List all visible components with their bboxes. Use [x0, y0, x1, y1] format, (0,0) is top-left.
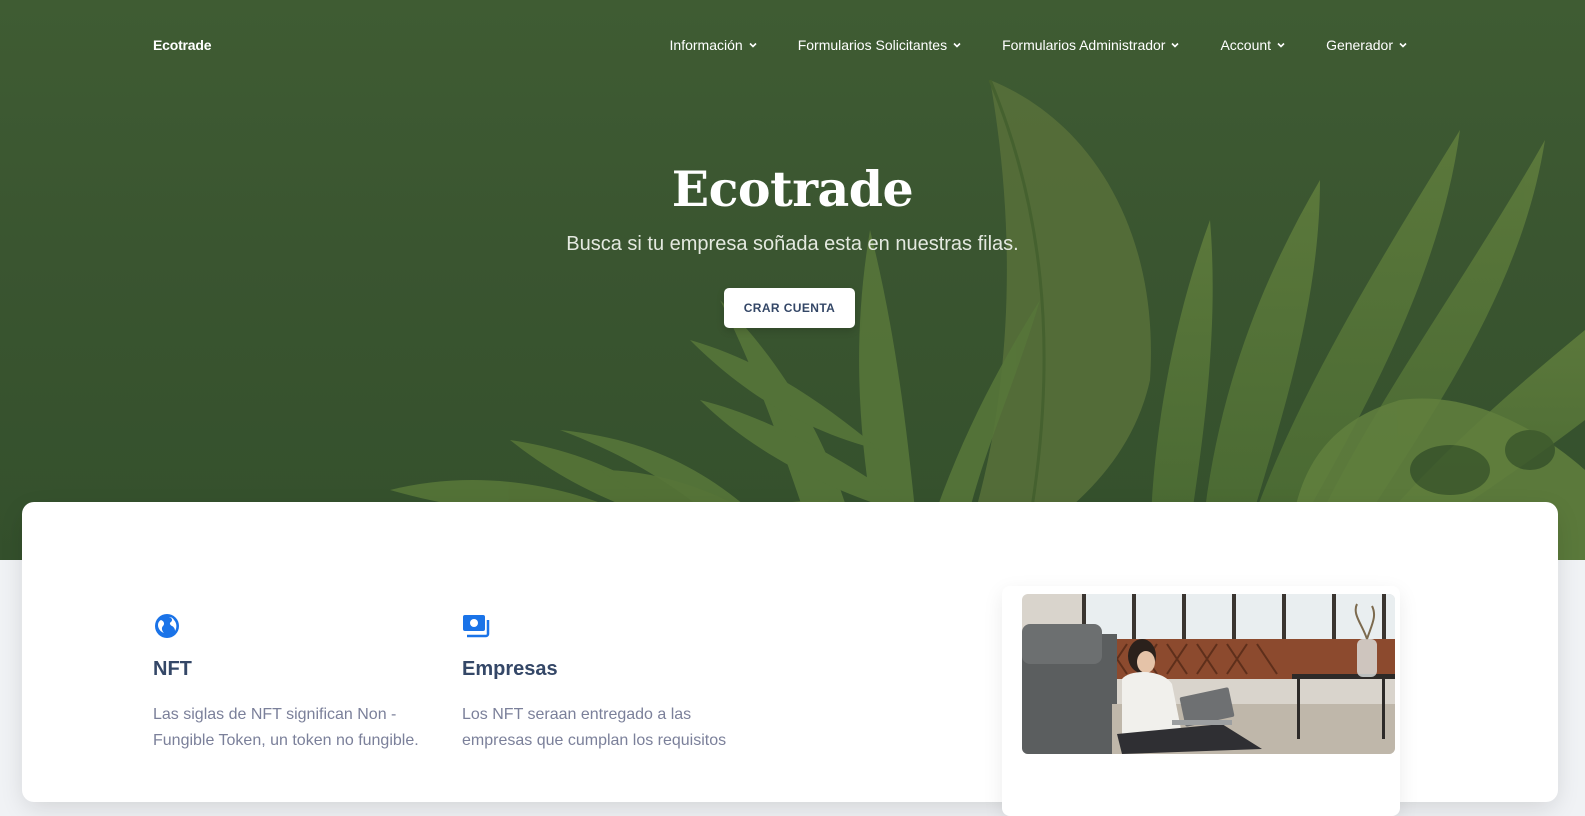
nav-item-generador[interactable]: Generador	[1326, 37, 1407, 53]
nav-item-label: Información	[669, 37, 743, 53]
chevron-down-icon	[1277, 42, 1285, 48]
woman-working-laptop-photo	[1022, 594, 1395, 754]
nav-item-label: Generador	[1326, 37, 1393, 53]
feature-description: Las siglas de NFT significan Non - Fungi…	[153, 706, 419, 749]
hero-section: Ecotrade Información Formularios Solicit…	[0, 0, 1585, 560]
hero-title: Ecotrade	[671, 160, 914, 218]
nav-menu: Información Formularios Solicitantes For…	[629, 37, 1407, 53]
globe-icon	[155, 614, 179, 638]
feature-title: NFT	[153, 658, 192, 680]
chevron-down-icon	[1399, 42, 1407, 48]
nav-item-informacion[interactable]: Información	[670, 37, 757, 53]
nav-item-label: Account	[1220, 37, 1272, 53]
nav-item-label: Formularios Solicitantes	[797, 37, 948, 53]
nav-item-account[interactable]: Account	[1220, 37, 1285, 53]
feature-title: Empresas	[462, 658, 558, 680]
chevron-down-icon	[749, 42, 757, 48]
money-icon	[463, 615, 490, 638]
nav-item-formularios-administrador[interactable]: Formularios Administrador	[1002, 37, 1180, 53]
create-account-button[interactable]: CRAR CUENTA	[724, 288, 855, 328]
chevron-down-icon	[953, 42, 961, 48]
chevron-down-icon	[1171, 42, 1180, 48]
hero-subtitle: Busca si tu empresa soñada esta en nuest…	[566, 233, 1019, 255]
nav-item-formularios-solicitantes[interactable]: Formularios Solicitantes	[798, 37, 961, 53]
brand-logo-link[interactable]: Ecotrade	[153, 37, 212, 53]
top-navbar: Ecotrade Información Formularios Solicit…	[0, 0, 1585, 92]
feature-description: Los NFT seraan entregado a las empresas …	[462, 706, 727, 749]
nav-item-label: Formularios Administrador	[1002, 37, 1166, 53]
